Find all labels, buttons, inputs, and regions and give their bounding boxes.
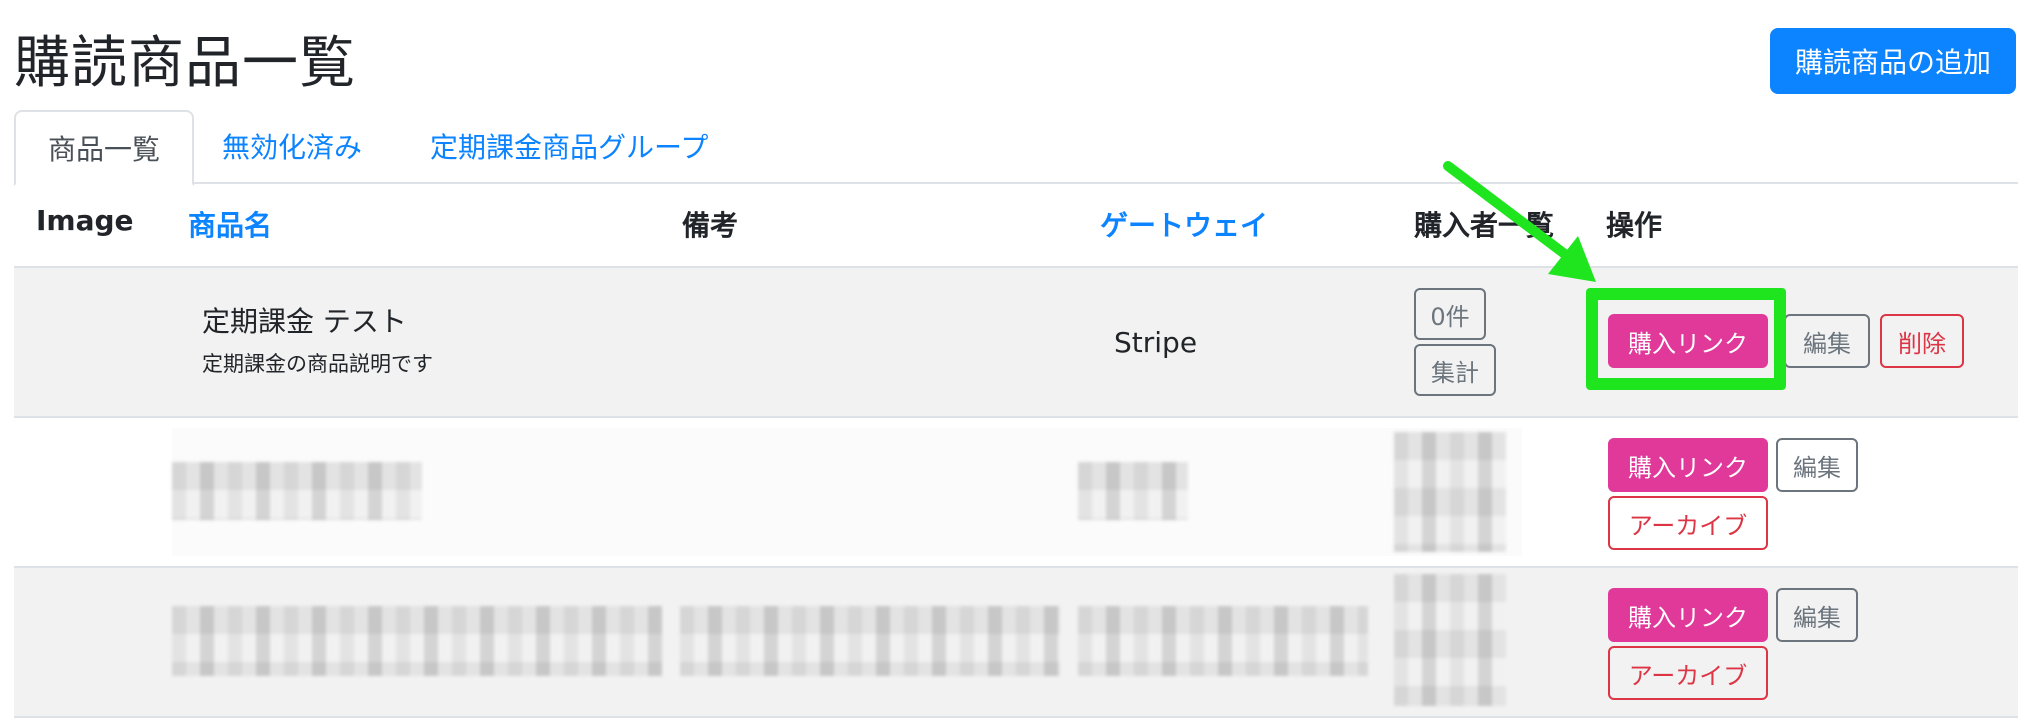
annotation-arrow-icon bbox=[1443, 161, 1596, 282]
